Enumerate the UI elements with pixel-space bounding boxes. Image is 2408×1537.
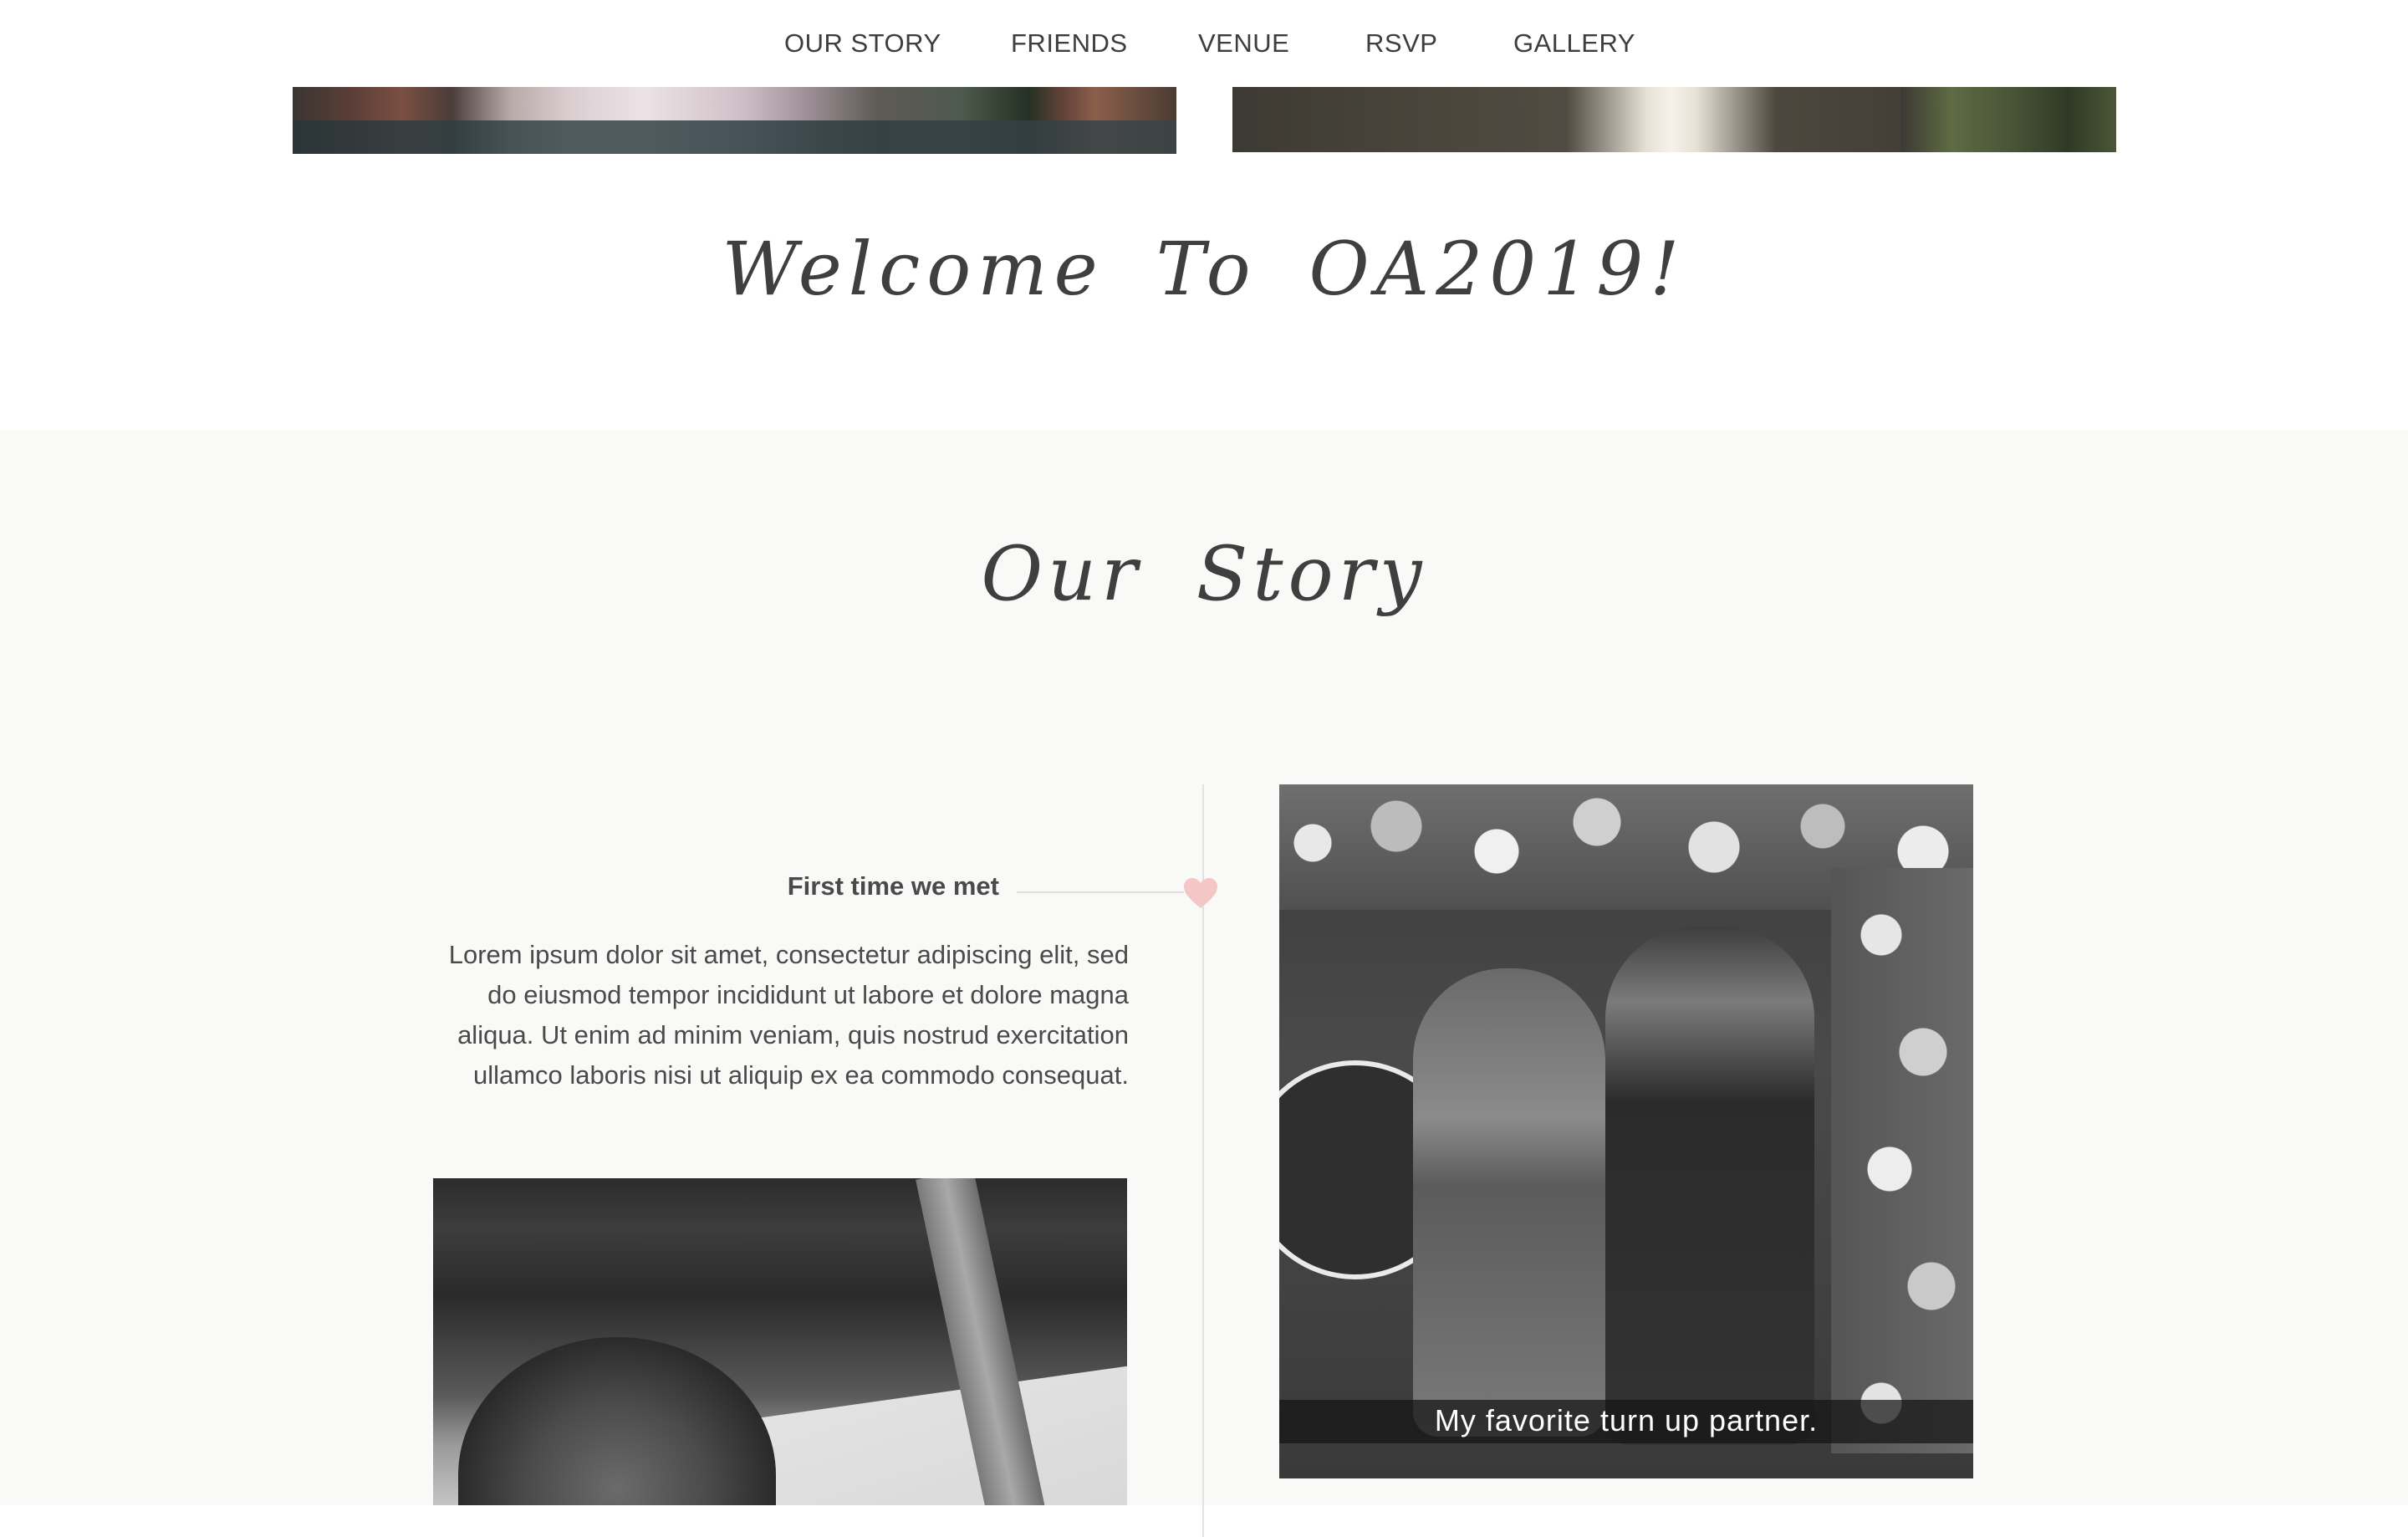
photo-caption: My favorite turn up partner. [1434, 1403, 1819, 1437]
event-description: Lorem ipsum dolor sit amet, consectetur … [448, 940, 1129, 1090]
our-story-section: Our Story First time we met Lorem ipsum … [0, 430, 2408, 1537]
our-story-heading: Our Story [981, 530, 1427, 618]
story-photo-couple: My favorite turn up partner. [1279, 784, 1973, 1478]
story-photo-selfie [433, 1178, 1127, 1505]
nav-gallery[interactable]: GALLERY [1513, 28, 1635, 59]
nav-venue[interactable]: VENUE [1198, 28, 1289, 59]
nav-our-story[interactable]: OUR STORY [784, 28, 941, 59]
nav-friends[interactable]: FRIENDS [1011, 28, 1128, 59]
top-nav: OUR STORY FRIENDS VENUE RSVP GALLERY [0, 0, 2408, 87]
timeline-connector [1017, 891, 1184, 893]
nav-rsvp[interactable]: RSVP [1365, 28, 1437, 59]
heart-icon [1184, 878, 1217, 908]
welcome-heading: Welcome To OA2019! [722, 226, 1686, 312]
event-title: First time we met [787, 871, 999, 901]
